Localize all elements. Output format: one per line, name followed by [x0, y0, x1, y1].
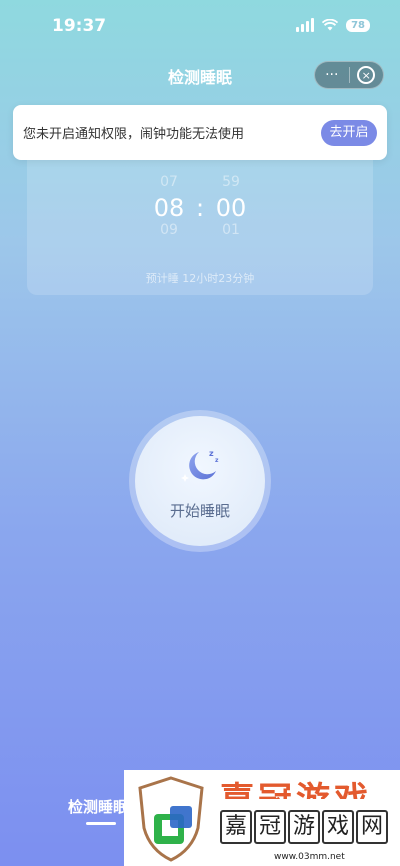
- close-button[interactable]: ×: [350, 62, 384, 88]
- status-time: 19:37: [52, 16, 107, 36]
- wifi-icon: [322, 19, 339, 31]
- tab-active-indicator: [86, 822, 116, 825]
- watermark-char: 戏: [322, 810, 354, 844]
- close-icon: ×: [357, 66, 376, 84]
- watermark-char: 冠: [254, 810, 286, 844]
- minute-wheel[interactable]: 00: [206, 194, 256, 222]
- notification-permission-banner: 您未开启通知权限，闹钟功能无法使用 去开启: [13, 105, 387, 160]
- watermark-char: 网: [356, 810, 388, 844]
- time-row-current: 08 : 00: [27, 194, 373, 222]
- signal-icon: [296, 18, 315, 32]
- start-sleep-button[interactable]: z z 开始睡眠: [135, 416, 265, 546]
- battery-icon: 78: [346, 18, 370, 32]
- enable-notification-button[interactable]: 去开启: [321, 120, 377, 146]
- tab-sleep-detection[interactable]: 检测睡眠: [68, 796, 128, 817]
- time-separator: :: [195, 194, 205, 222]
- watermark-chars: 嘉 冠 游 戏 网: [220, 810, 388, 844]
- watermark-url: www.03mm.net: [274, 852, 345, 862]
- time-row-prev: 07 59: [27, 174, 373, 190]
- hour-next: 09: [160, 222, 178, 238]
- alarm-time-picker[interactable]: 07 59 08 : 00 09 01 预计睡 12小时23分钟: [27, 148, 373, 295]
- hour-prev: 07: [160, 174, 178, 190]
- watermark-logo: 嘉冠游戏 嘉 冠 游 戏 网 www.03mm.net: [124, 770, 400, 866]
- more-button[interactable]: ···: [315, 62, 349, 88]
- minute-prev: 59: [222, 174, 240, 190]
- svg-text:z: z: [215, 457, 219, 464]
- hour-wheel[interactable]: 08: [144, 194, 194, 222]
- moon-icon: z z: [181, 449, 219, 482]
- sleep-duration-estimate: 预计睡 12小时23分钟: [145, 272, 255, 285]
- status-bar: 19:37 78: [0, 0, 400, 50]
- mini-program-capsule: ··· ×: [314, 61, 384, 89]
- time-row-next: 09 01: [27, 222, 373, 238]
- minute-next: 01: [222, 222, 240, 238]
- status-icons: 78: [296, 18, 370, 32]
- svg-text:z: z: [209, 449, 214, 458]
- start-sleep-button-ring: z z 开始睡眠: [129, 410, 271, 552]
- shield-logo-icon: [138, 776, 204, 862]
- more-icon: ···: [325, 67, 339, 83]
- notice-text: 您未开启通知权限，闹钟功能无法使用: [23, 127, 245, 142]
- watermark-char: 游: [288, 810, 320, 844]
- watermark-char: 嘉: [220, 810, 252, 844]
- start-sleep-label: 开始睡眠: [169, 502, 230, 520]
